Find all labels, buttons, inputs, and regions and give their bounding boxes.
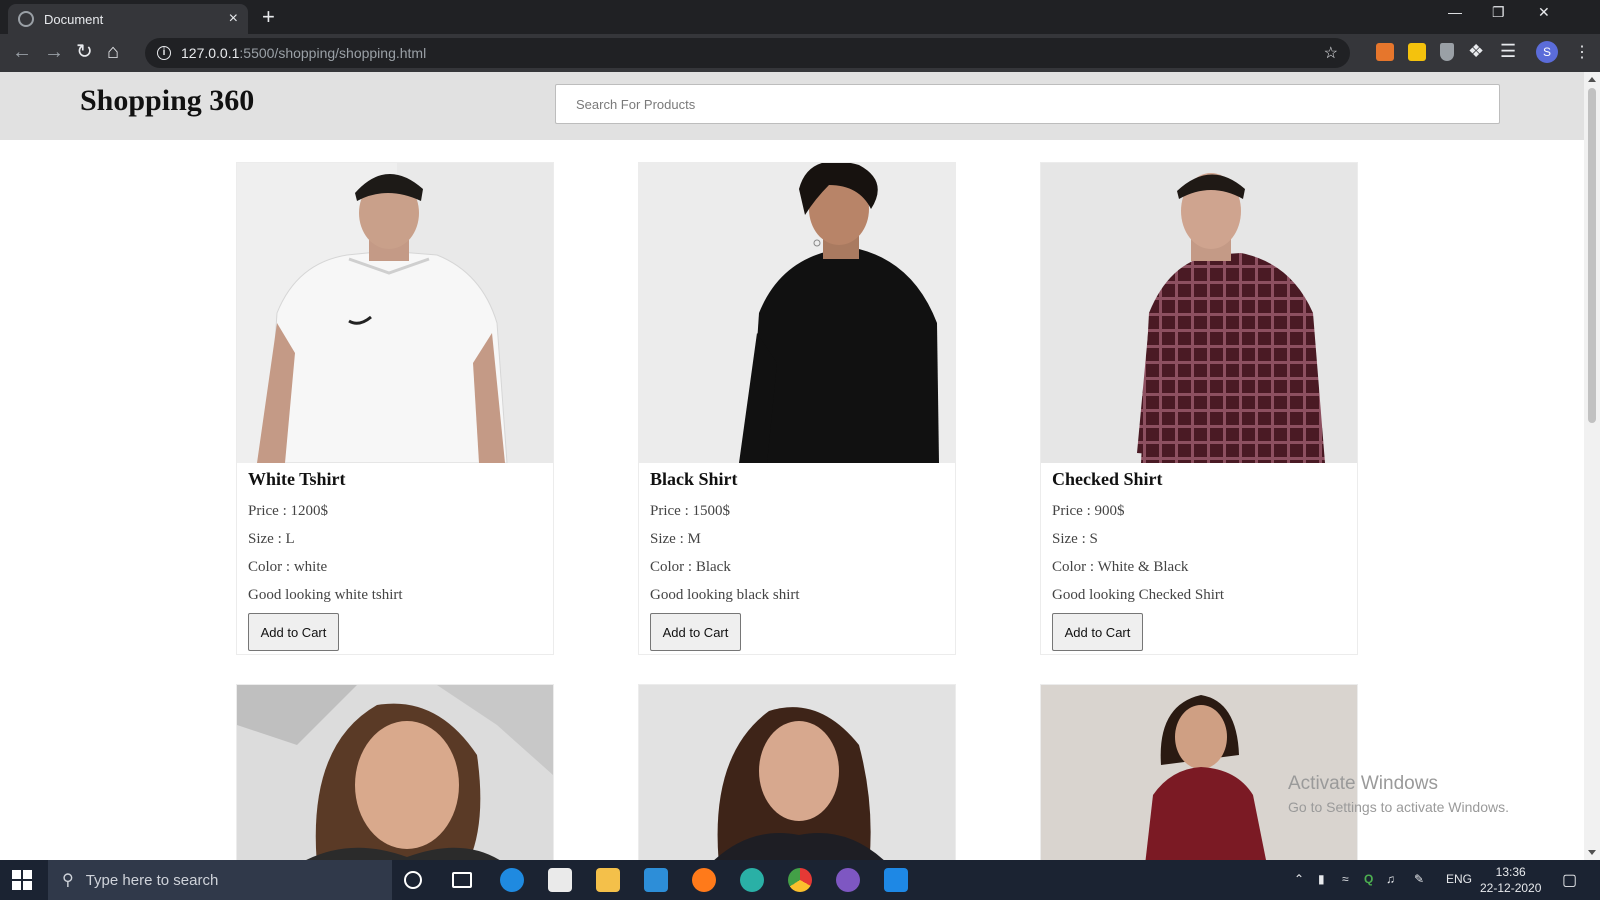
forward-icon[interactable]: → bbox=[44, 42, 64, 62]
scroll-down-arrow-icon[interactable] bbox=[1588, 850, 1596, 855]
address-bar[interactable]: i 127.0.0.1 :5500/shopping/shopping.html… bbox=[145, 38, 1350, 68]
browser-tab[interactable]: Document × bbox=[8, 4, 248, 34]
restore-icon[interactable]: ❐ bbox=[1492, 4, 1505, 21]
add-to-cart-button[interactable]: Add to Cart bbox=[650, 613, 741, 651]
site-header: Shopping 360 bbox=[0, 72, 1584, 140]
site-logo[interactable]: Shopping 360 bbox=[80, 84, 254, 118]
product-color: Color : Black bbox=[650, 559, 731, 575]
q-app-icon[interactable]: Q bbox=[1364, 872, 1373, 886]
product-image bbox=[1041, 163, 1357, 463]
back-icon[interactable]: ← bbox=[12, 42, 32, 62]
product-color: Color : White & Black bbox=[1052, 559, 1189, 575]
site-info-icon[interactable]: i bbox=[157, 46, 171, 60]
product-description: Good looking Checked Shirt bbox=[1052, 587, 1225, 603]
task-view-icon[interactable] bbox=[452, 872, 472, 888]
pen-icon[interactable]: ✎ bbox=[1414, 872, 1424, 886]
media-controls-icon[interactable]: ☰ bbox=[1500, 41, 1516, 61]
product-size: Size : L bbox=[248, 531, 295, 547]
microsoft-store-icon[interactable] bbox=[548, 868, 572, 892]
chrome-icon[interactable] bbox=[788, 868, 812, 892]
product-card bbox=[236, 684, 554, 860]
page-viewport: Shopping 360 White Tshirt Price : 1200$ … bbox=[0, 72, 1584, 860]
product-card: Black Shirt Price : 1500$ Size : M Color… bbox=[638, 162, 956, 655]
window-close-icon[interactable]: ✕ bbox=[1538, 4, 1550, 21]
product-description: Good looking black shirt bbox=[650, 587, 800, 603]
reload-icon[interactable]: ↻ bbox=[76, 42, 93, 62]
browser-menu-icon[interactable]: ⋮ bbox=[1574, 42, 1590, 62]
new-tab-button[interactable]: + bbox=[262, 6, 275, 28]
product-size: Size : M bbox=[650, 531, 701, 547]
product-image bbox=[237, 685, 553, 860]
extensions-puzzle-icon[interactable]: ❖ bbox=[1468, 41, 1484, 61]
product-price: Price : 1500$ bbox=[650, 503, 730, 519]
product-price: Price : 900$ bbox=[1052, 503, 1125, 519]
product-name: Black Shirt bbox=[650, 469, 738, 489]
file-explorer-icon[interactable] bbox=[596, 868, 620, 892]
windows-start-icon[interactable] bbox=[12, 870, 32, 890]
scroll-up-arrow-icon[interactable] bbox=[1588, 77, 1596, 82]
internet-explorer-icon[interactable] bbox=[500, 868, 524, 892]
search-input[interactable] bbox=[555, 84, 1500, 124]
product-name: White Tshirt bbox=[248, 469, 346, 489]
profile-avatar[interactable]: S bbox=[1536, 41, 1558, 63]
product-card: Checked Shirt Price : 900$ Size : S Colo… bbox=[1040, 162, 1358, 655]
windows-taskbar: ⚲ Type here to search ⌃ ▮ ≈ Q ♫ ✎ ENG 13… bbox=[0, 860, 1600, 900]
watermark-subtitle: Go to Settings to activate Windows. bbox=[1288, 799, 1509, 815]
minimize-icon[interactable]: — bbox=[1448, 4, 1462, 20]
taskbar-search-text: Type here to search bbox=[85, 871, 219, 889]
browser-toolbar: ← → ↻ ⌂ i 127.0.0.1 :5500/shopping/shopp… bbox=[0, 34, 1600, 72]
product-name: Checked Shirt bbox=[1052, 469, 1163, 489]
search-icon: ⚲ bbox=[62, 872, 74, 889]
product-card bbox=[1040, 684, 1358, 860]
mail-icon[interactable] bbox=[644, 868, 668, 892]
highlighter-extension-icon[interactable] bbox=[1408, 43, 1426, 61]
product-price: Price : 1200$ bbox=[248, 503, 328, 519]
clock-date: 22-12-2020 bbox=[1480, 881, 1542, 895]
product-card bbox=[638, 684, 956, 860]
page-scrollbar[interactable] bbox=[1584, 72, 1600, 860]
url-path: :5500/shopping/shopping.html bbox=[239, 45, 427, 61]
shield-extension-icon[interactable] bbox=[1440, 43, 1454, 61]
show-hidden-icons-icon[interactable]: ⌃ bbox=[1294, 872, 1304, 886]
firefox-icon[interactable] bbox=[692, 868, 716, 892]
product-card: White Tshirt Price : 1200$ Size : L Colo… bbox=[236, 162, 554, 655]
taskbar-search-box[interactable]: ⚲ Type here to search bbox=[48, 860, 392, 900]
product-description: Good looking white tshirt bbox=[248, 587, 403, 603]
watermark-title: Activate Windows bbox=[1288, 773, 1438, 794]
bookmark-star-icon[interactable]: ☆ bbox=[1324, 43, 1338, 63]
product-image bbox=[237, 163, 553, 463]
vscode-icon[interactable] bbox=[884, 868, 908, 892]
add-to-cart-button[interactable]: Add to Cart bbox=[248, 613, 339, 651]
metamask-extension-icon[interactable] bbox=[1376, 43, 1394, 61]
notifications-icon[interactable]: ▢ bbox=[1562, 870, 1577, 890]
activate-windows-watermark: Activate Windows Go to Settings to activ… bbox=[1288, 773, 1509, 815]
clock-time: 13:36 bbox=[1495, 865, 1526, 879]
battery-icon[interactable]: ▮ bbox=[1318, 872, 1325, 886]
obs-icon[interactable] bbox=[836, 868, 860, 892]
clock[interactable]: 13:36 22-12-2020 bbox=[1480, 864, 1541, 896]
home-icon[interactable]: ⌂ bbox=[107, 42, 119, 62]
add-to-cart-button[interactable]: Add to Cart bbox=[1052, 613, 1143, 651]
product-image bbox=[639, 163, 955, 463]
browser-tab-strip: Document × + — ❐ ✕ bbox=[0, 0, 1600, 34]
product-color: Color : white bbox=[248, 559, 328, 575]
globe-icon bbox=[18, 11, 34, 27]
tab-close-icon[interactable]: × bbox=[229, 11, 238, 27]
scrollbar-thumb[interactable] bbox=[1588, 88, 1596, 423]
cortana-icon[interactable] bbox=[404, 871, 422, 889]
wifi-icon[interactable]: ≈ bbox=[1342, 872, 1349, 886]
volume-icon[interactable]: ♫ bbox=[1386, 872, 1395, 886]
edge-icon[interactable] bbox=[740, 868, 764, 892]
tab-title: Document bbox=[44, 11, 104, 27]
language-indicator[interactable]: ENG bbox=[1446, 872, 1472, 886]
product-image bbox=[639, 685, 955, 860]
product-size: Size : S bbox=[1052, 531, 1098, 547]
url-host: 127.0.0.1 bbox=[181, 45, 240, 61]
